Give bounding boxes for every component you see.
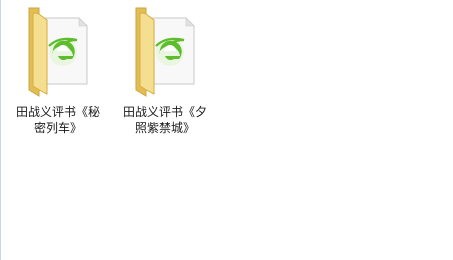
folder-item[interactable]: 田战义评书《夕 照紫禁城》 <box>116 4 214 144</box>
file-name-line2: 密列车》 <box>33 121 82 135</box>
folder-with-ie-document-icon <box>130 6 200 98</box>
folder-item[interactable]: 田战义评书《秘 密列车》 <box>9 4 107 144</box>
file-name-line1: 田战义评书《夕 <box>122 105 207 119</box>
file-name-label: 田战义评书《夕 照紫禁城》 <box>118 104 212 136</box>
file-name-line1: 田战义评书《秘 <box>15 105 100 119</box>
folder-with-ie-document-icon <box>23 6 93 98</box>
file-name-line2: 照紫禁城》 <box>134 121 195 135</box>
file-name-label: 田战义评书《秘 密列车》 <box>11 104 105 136</box>
explorer-content-pane: 田战义评书《秘 密列车》 田战义评书《夕 照紫禁城》 <box>0 0 453 260</box>
